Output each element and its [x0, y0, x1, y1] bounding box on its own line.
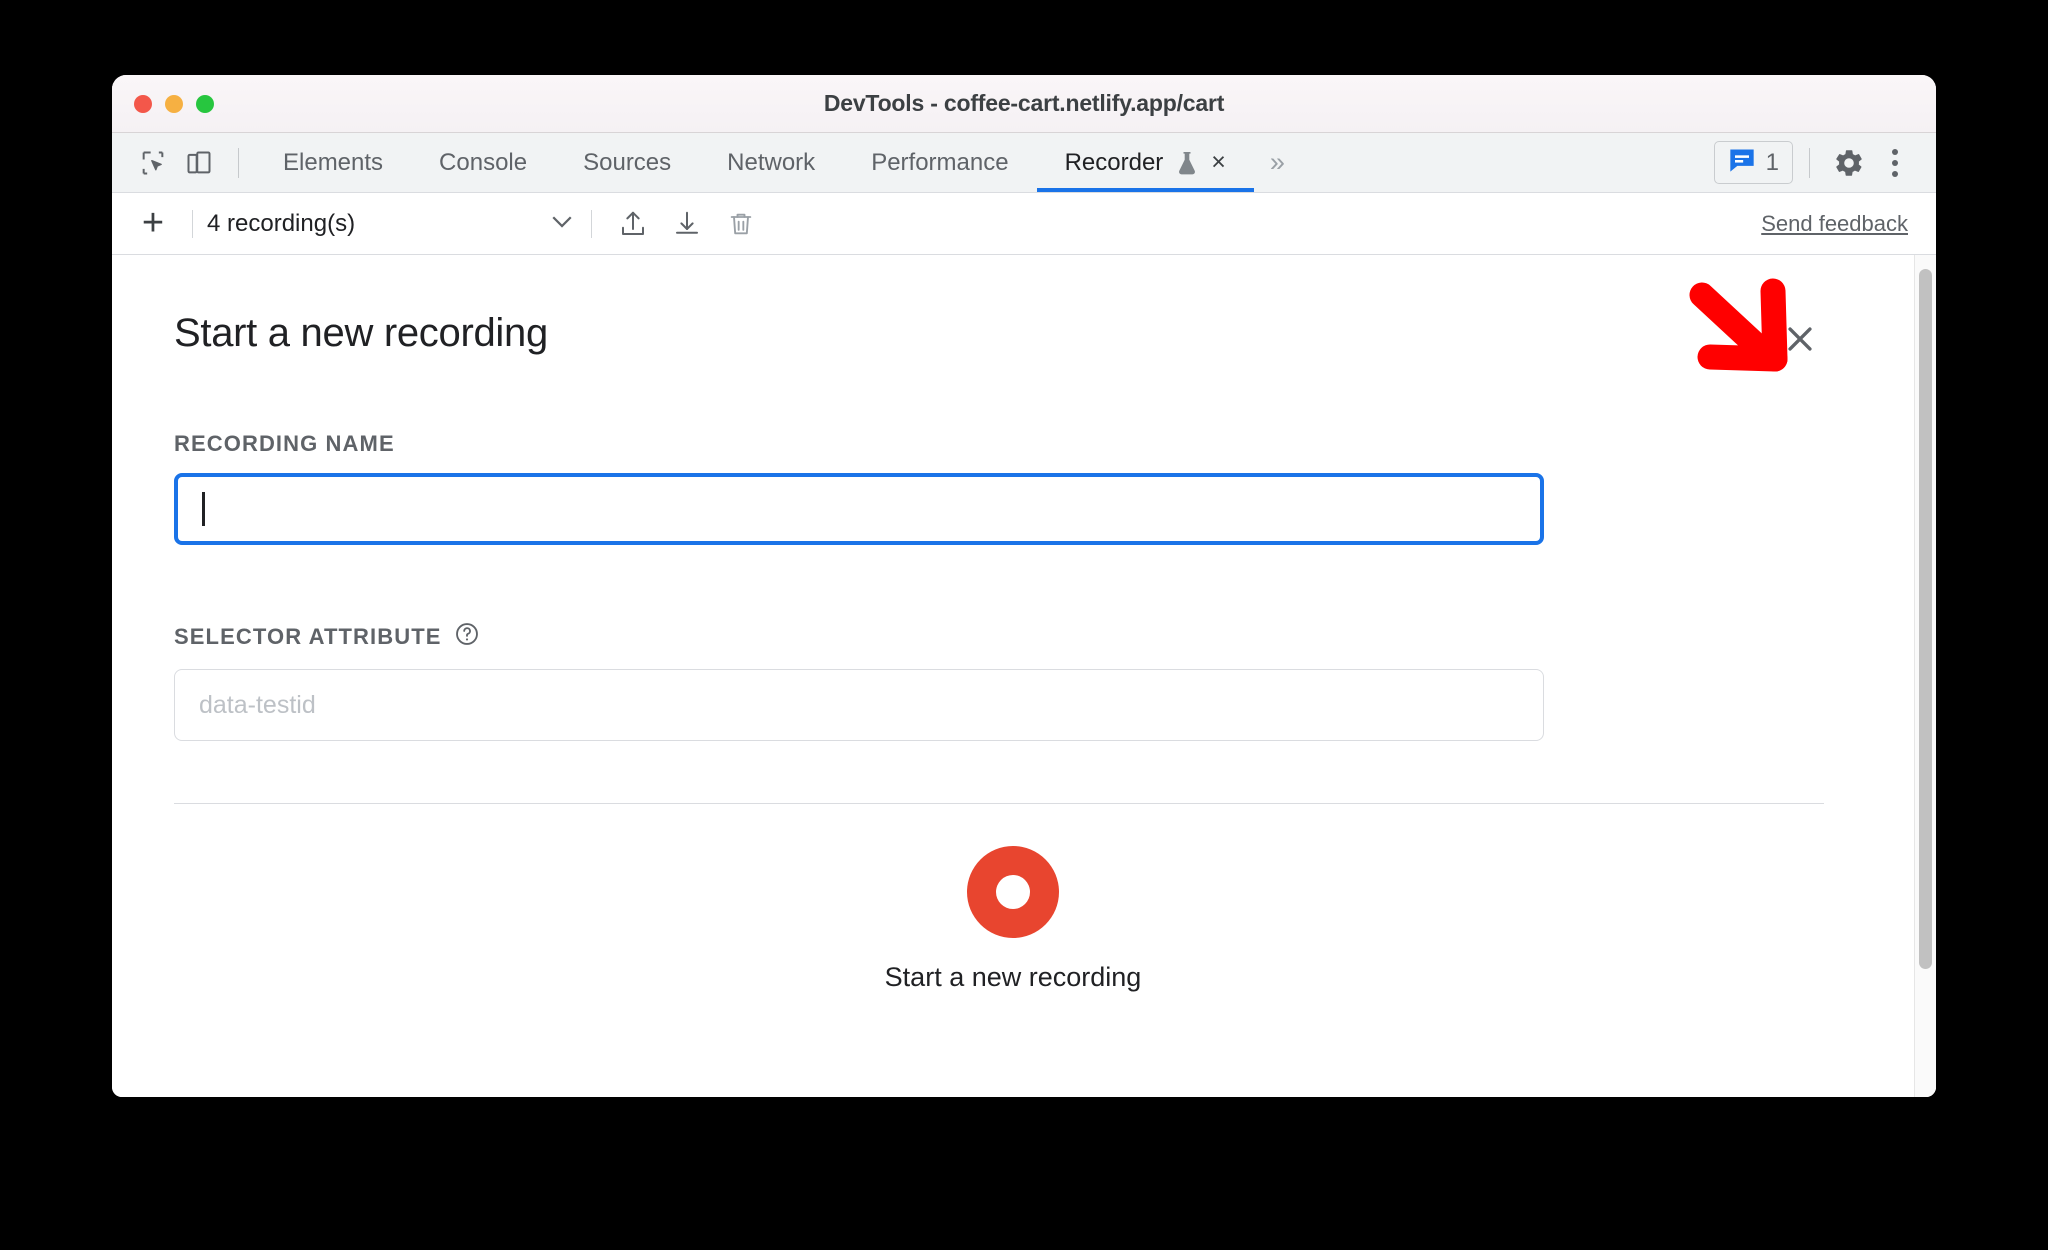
gear-icon[interactable] — [1826, 141, 1872, 185]
window-titlebar: DevTools - coffee-cart.netlify.app/cart — [112, 75, 1936, 133]
devtools-tabstrip-right: 1 — [1713, 133, 1918, 192]
tab-label: Sources — [583, 148, 672, 176]
recorder-toolbar-divider-2 — [591, 209, 592, 238]
kebab-dot — [1892, 170, 1898, 177]
devtools-tabstrip: Elements Console Sources Network Perform… — [112, 133, 1936, 193]
tabstrip-right-divider — [1809, 147, 1810, 178]
chevron-down-icon — [547, 211, 577, 236]
recorder-toolbar: + 4 recording(s) Send feedback — [112, 193, 1936, 255]
device-toolbar-icon[interactable] — [176, 141, 222, 185]
recordings-dropdown[interactable]: 4 recording(s) — [207, 210, 577, 238]
tab-close-icon[interactable]: × — [1211, 150, 1226, 175]
toolbar-divider — [238, 147, 239, 178]
tab-recorder[interactable]: Recorder × — [1036, 133, 1255, 192]
page-title: Start a new recording — [174, 311, 548, 355]
start-recording-area: Start a new recording — [112, 804, 1914, 993]
tab-label: Network — [727, 148, 816, 176]
export-upload-icon[interactable] — [606, 201, 660, 247]
help-circle-icon[interactable] — [454, 621, 480, 653]
tab-label: Recorder — [1064, 148, 1164, 176]
trash-icon[interactable] — [714, 201, 768, 247]
tab-network[interactable]: Network — [699, 133, 843, 192]
issues-count: 1 — [1765, 148, 1779, 176]
selector-attribute-input[interactable]: data-testid — [174, 669, 1544, 741]
send-feedback-link[interactable]: Send feedback — [1761, 211, 1908, 237]
kebab-dot — [1892, 148, 1898, 155]
scrollbar-thumb[interactable] — [1919, 269, 1932, 969]
recording-name-label: Recording Name — [174, 431, 395, 456]
recordings-dropdown-label: 4 recording(s) — [207, 209, 356, 237]
recorder-form: Start a new recording Recording Name — [112, 255, 1914, 804]
inspect-element-icon[interactable] — [130, 141, 176, 185]
issues-button[interactable]: 1 — [1713, 141, 1793, 184]
devtools-tab-list: Elements Console Sources Network Perform… — [255, 133, 1299, 192]
selector-attribute-label-text: Selector Attribute — [174, 624, 442, 649]
text-caret — [202, 492, 205, 526]
tab-elements[interactable]: Elements — [255, 133, 411, 192]
recorder-toolbar-divider — [192, 209, 193, 238]
experiment-flask-icon — [1175, 150, 1199, 176]
window-traffic-lights — [134, 94, 214, 113]
window-zoom-button[interactable] — [196, 94, 214, 113]
tab-label: Console — [439, 148, 528, 176]
record-circle-icon[interactable] — [967, 846, 1059, 938]
selector-attribute-label: Selector Attribute — [174, 621, 1824, 653]
panel-header: Start a new recording — [174, 311, 1824, 361]
more-tabs-icon[interactable]: » — [1254, 147, 1299, 178]
import-download-icon[interactable] — [660, 201, 714, 247]
tab-label: Elements — [283, 148, 384, 176]
add-recording-button[interactable]: + — [128, 201, 178, 247]
tab-performance[interactable]: Performance — [843, 133, 1036, 192]
recording-name-input[interactable] — [174, 473, 1544, 545]
selector-attribute-placeholder: data-testid — [199, 690, 316, 719]
kebab-dot — [1892, 159, 1898, 166]
selector-attribute-field-group: Selector Attribute data-testid — [174, 621, 1824, 741]
message-issues-icon — [1728, 147, 1756, 178]
panel-scrollbar[interactable] — [1914, 255, 1936, 1097]
window-close-button[interactable] — [134, 94, 152, 113]
panel-close-button[interactable] — [1778, 317, 1822, 361]
screenshot-root: DevTools - coffee-cart.netlify.app/cart — [0, 0, 2048, 1250]
devtools-window: DevTools - coffee-cart.netlify.app/cart — [112, 75, 1936, 1097]
recorder-panel: Start a new recording Recording Name — [112, 255, 1914, 1097]
tab-sources[interactable]: Sources — [555, 133, 699, 192]
window-title: DevTools - coffee-cart.netlify.app/cart — [823, 90, 1225, 116]
recorder-content-wrapper: Start a new recording Recording Name — [112, 255, 1936, 1097]
kebab-menu-icon[interactable] — [1872, 141, 1918, 185]
start-recording-button-label[interactable]: Start a new recording — [885, 962, 1142, 993]
tab-console[interactable]: Console — [411, 133, 555, 192]
recording-name-field-group: Recording Name — [174, 431, 1824, 545]
window-minimize-button[interactable] — [165, 94, 183, 113]
record-circle-hole — [996, 875, 1030, 909]
tab-label: Performance — [871, 148, 1009, 176]
